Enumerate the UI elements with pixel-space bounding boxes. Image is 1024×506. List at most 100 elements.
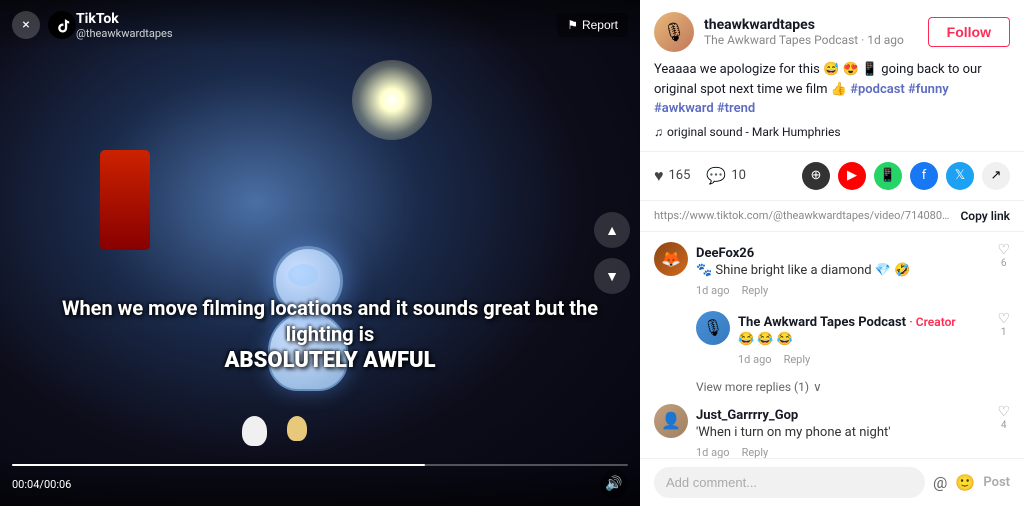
side-controls: ▲ ▼	[594, 212, 630, 294]
comments-section[interactable]: 🦊 DeeFox26 🐾 Shine bright like a diamond…	[640, 232, 1024, 459]
time-total: 00:06	[44, 478, 71, 491]
video-url: https://www.tiktok.com/@theawkwardtapes/…	[654, 209, 952, 222]
flag-icon: ⚑	[567, 18, 578, 32]
comment-text-garry: 'When i turn on my phone at night'	[696, 424, 989, 442]
header-brand-info: TikTok @theawkwardtapes	[76, 11, 173, 40]
red-object-decoration	[100, 150, 150, 250]
share-youtube-icon[interactable]: ▶	[838, 162, 866, 190]
comment-body-creator: The Awkward Tapes Podcast · Creator 😂 😂 …	[738, 311, 989, 366]
comment-icon: 💬	[706, 166, 726, 185]
volume-button[interactable]: 🔊	[600, 470, 628, 498]
comment-action[interactable]: 💬 10	[706, 166, 746, 185]
nested-comment-section: 🎙 The Awkward Tapes Podcast · Creator 😂 …	[696, 311, 1010, 366]
creator-header: 🎙 theawkwardtapes The Awkward Tapes Podc…	[654, 12, 1010, 52]
comment-time-garry: 1d ago	[696, 446, 730, 458]
sound-line: ♫ original sound - Mark Humphries	[654, 125, 1010, 139]
video-overlay-text: When we move filming locations and it so…	[50, 295, 610, 376]
comment-username-deefox: DeeFox26	[696, 246, 754, 261]
comment-item: 🦊 DeeFox26 🐾 Shine bright like a diamond…	[654, 242, 1010, 297]
hashtag-awkward[interactable]: #awkward	[654, 101, 714, 116]
follow-button[interactable]: Follow	[928, 17, 1010, 47]
close-icon: ×	[22, 17, 29, 33]
creator-avatar: 🎙	[654, 12, 694, 52]
comment-count: 10	[731, 168, 746, 183]
hashtag-funny[interactable]: #funny	[908, 82, 949, 97]
mention-button[interactable]: @	[933, 473, 947, 492]
sound-name: original sound - Mark Humphries	[667, 125, 841, 139]
comment-text-deefox: 🐾 Shine bright like a diamond 💎 🤣	[696, 262, 989, 280]
action-bar: ♥ 165 💬 10 ⊕ ▶ 📱 f 𝕏 ↗	[640, 152, 1024, 201]
video-top-bar: × TikTok @theawkwardtapes ⚑ Report	[0, 0, 640, 50]
video-bottom-bar: 00:04/00:06 🔊	[0, 456, 640, 506]
video-time: 00:04/00:06	[12, 478, 71, 491]
scroll-up-button[interactable]: ▲	[594, 212, 630, 248]
post-button[interactable]: Post	[983, 475, 1010, 490]
close-button[interactable]: ×	[12, 11, 40, 39]
comment-reply-deefox[interactable]: Reply	[742, 284, 769, 297]
share-duet-icon[interactable]: ⊕	[802, 162, 830, 190]
comment-input-area: @ 🙂 Post	[640, 458, 1024, 506]
link-bar: https://www.tiktok.com/@theawkwardtapes/…	[640, 201, 1024, 232]
like-heart-icon: ♡	[997, 242, 1010, 258]
toy-duck	[242, 416, 267, 446]
comment-like-count-garry: 4	[1001, 420, 1007, 431]
brand-name: TikTok	[76, 11, 173, 27]
comment-item-garry: 👤 Just_Garrrry_Gop 'When i turn on my ph…	[654, 404, 1010, 458]
comment-reply-garry[interactable]: Reply	[742, 446, 769, 458]
floor-toys	[242, 416, 307, 446]
progress-bar-container[interactable]	[12, 464, 628, 466]
share-facebook-icon[interactable]: f	[910, 162, 938, 190]
comment-avatar-deefox: 🦊	[654, 242, 688, 276]
like-action[interactable]: ♥ 165	[654, 166, 690, 186]
share-whatsapp-icon[interactable]: 📱	[874, 162, 902, 190]
emoji-button[interactable]: 🙂	[955, 473, 975, 492]
light-source	[352, 60, 432, 140]
video-text-normal: When we move filming locations and it so…	[62, 296, 598, 346]
creator-name: theawkwardtapes	[704, 17, 928, 33]
video-text-caps: ABSOLUTELY AWFUL	[224, 348, 435, 373]
report-button[interactable]: ⚑ Report	[557, 13, 628, 37]
time-current: 00:04	[12, 478, 39, 491]
share-twitter-icon[interactable]: 𝕏	[946, 162, 974, 190]
copy-link-button[interactable]: Copy link	[960, 209, 1010, 223]
share-more-button[interactable]: ↗	[982, 162, 1010, 190]
chevron-down-icon: ∨	[813, 380, 822, 394]
input-actions: @ 🙂	[933, 473, 975, 492]
tiktok-logo	[48, 11, 76, 39]
comment-footer-garry: 1d ago Reply	[696, 446, 989, 458]
comment-reply-creator[interactable]: Reply	[784, 353, 811, 366]
report-label: Report	[582, 18, 618, 32]
music-icon: ♫	[654, 125, 663, 139]
comment-username-garry: Just_Garrrry_Gop	[696, 408, 798, 423]
video-panel: × TikTok @theawkwardtapes ⚑ Report When …	[0, 0, 640, 506]
comment-like-count-deefox: 6	[1001, 258, 1007, 269]
comment-like-garry[interactable]: ♡ 4	[997, 404, 1010, 458]
comment-item-creator: 🎙 The Awkward Tapes Podcast · Creator 😂 …	[696, 311, 1010, 366]
scroll-down-button[interactable]: ▼	[594, 258, 630, 294]
comment-like-count-creator: 1	[1001, 327, 1007, 338]
post-caption: Yeaaaa we apologize for this 😅 😍 📱 going…	[654, 60, 1010, 119]
view-replies-label: View more replies (1)	[696, 380, 809, 394]
hashtag-trend[interactable]: #trend	[717, 101, 755, 116]
view-replies-button[interactable]: View more replies (1) ∨	[696, 380, 1010, 394]
creator-info: theawkwardtapes The Awkward Tapes Podcas…	[704, 17, 928, 47]
hashtag-podcast[interactable]: #podcast	[850, 82, 905, 97]
comment-like-deefox[interactable]: ♡ 6	[997, 242, 1010, 297]
like-icon: ♥	[654, 166, 664, 186]
comment-text-creator: 😂 😂 😂	[738, 331, 989, 349]
comment-avatar-creator: 🎙	[696, 311, 730, 345]
comment-avatar-garry: 👤	[654, 404, 688, 438]
brand-handle: @theawkwardtapes	[76, 27, 173, 40]
comment-like-creator[interactable]: ♡ 1	[997, 311, 1010, 366]
comment-body-deefox: DeeFox26 🐾 Shine bright like a diamond 💎…	[696, 242, 989, 297]
bottom-controls: 00:04/00:06 🔊	[12, 470, 628, 498]
comment-footer-deefox: 1d ago Reply	[696, 284, 989, 297]
creator-meta: The Awkward Tapes Podcast · 1d ago	[704, 33, 928, 47]
right-panel: 🎙 theawkwardtapes The Awkward Tapes Podc…	[640, 0, 1024, 506]
creator-badge: · Creator	[909, 315, 955, 329]
comment-time-deefox: 1d ago	[696, 284, 730, 297]
comment-input[interactable]	[654, 467, 925, 498]
comment-username-creator: The Awkward Tapes Podcast · Creator	[738, 315, 956, 330]
comment-time-creator: 1d ago	[738, 353, 772, 366]
toy-small	[287, 416, 307, 441]
